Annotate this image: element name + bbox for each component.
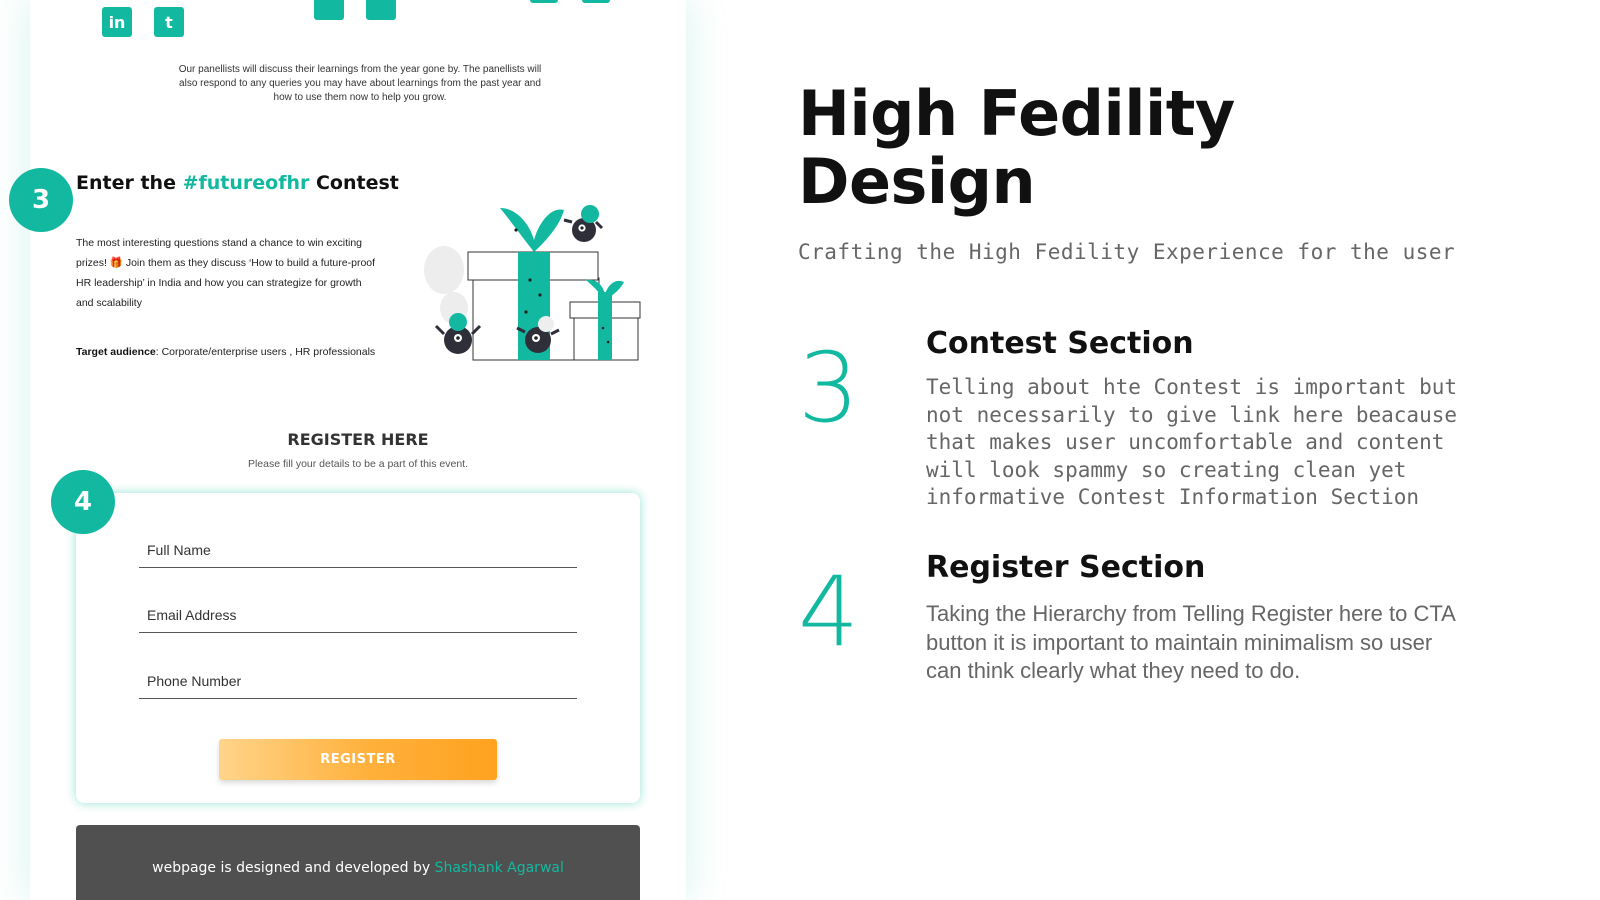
target-audience-label: Target audience [76, 346, 156, 358]
email-input[interactable] [139, 597, 577, 632]
twitter-icon[interactable] [582, 0, 610, 3]
target-audience: Target audience: Corporate/enterprise us… [76, 346, 375, 358]
contest-heading: Enter the #futureofhr Contest [76, 172, 399, 194]
contest-heading-prefix: Enter the [76, 172, 183, 194]
section-number-contest: 3 [798, 332, 860, 444]
page-title: High Fedility Design [798, 77, 1235, 218]
phone-field-wrapper [139, 663, 577, 699]
page-footer: webpage is designed and developed by Sha… [76, 825, 640, 900]
contest-description: The most interesting questions stand a c… [76, 237, 376, 309]
contest-heading-suffix: Contest [309, 172, 399, 194]
linkedin-icon[interactable] [314, 0, 344, 20]
page-subtitle: Crafting the High Fedility Experience fo… [798, 240, 1456, 264]
section-title-register: Register Section [926, 550, 1206, 585]
register-heading: REGISTER HERE [287, 430, 429, 449]
linkedin-icon[interactable] [530, 0, 558, 3]
phone-input[interactable] [139, 663, 577, 698]
section-number-register: 4 [798, 556, 860, 668]
twitter-icon[interactable] [366, 0, 396, 20]
section-title-contest: Contest Section [926, 326, 1194, 361]
landing-page-mockup: in t Our panellists will discuss their l… [30, 0, 686, 900]
email-field-wrapper [139, 597, 577, 633]
register-subtitle: Please fill your details to be a part of… [247, 458, 469, 470]
full-name-field-wrapper [139, 532, 577, 568]
linkedin-icon[interactable]: in [102, 7, 132, 37]
register-button[interactable]: REGISTER [219, 739, 497, 780]
gift-boxes-illustration [424, 205, 641, 361]
contest-hashtag: #futureofhr [182, 172, 310, 194]
section-body-contest: Telling about hte Contest is important b… [926, 375, 1458, 509]
panel-description: Our panellists will discuss their learni… [178, 64, 542, 103]
step-badge-register: 4 [51, 470, 115, 534]
twitter-icon[interactable]: t [154, 7, 184, 37]
target-audience-value: : Corporate/enterprise users , HR profes… [155, 346, 376, 358]
registration-form: REGISTER [76, 493, 640, 803]
footer-credit: webpage is designed and developed by Sha… [76, 860, 640, 876]
section-body-register: Taking the Hierarchy from Telling Regist… [926, 601, 1455, 683]
step-badge-contest: 3 [9, 168, 73, 232]
full-name-input[interactable] [139, 532, 577, 567]
speaker-social-links: in t [30, 0, 686, 40]
author-link[interactable]: Shashank Agarwal [435, 860, 564, 876]
footer-credit-text: webpage is designed and developed by [152, 860, 435, 876]
